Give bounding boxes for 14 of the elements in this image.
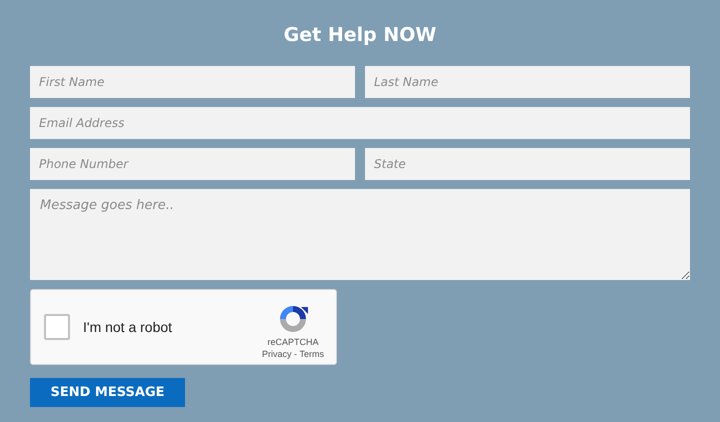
input-field[interactable]: Phone Number — [30, 148, 355, 180]
input-field[interactable]: State — [365, 148, 690, 180]
input-field[interactable]: Last Name — [365, 66, 690, 98]
message-field[interactable]: Message goes here.. — [30, 189, 690, 280]
input-field[interactable]: Email Address — [30, 107, 690, 139]
send-message-button[interactable]: SEND MESSAGE — [30, 378, 185, 407]
recaptcha-brand: reCAPTCHA — [267, 337, 318, 347]
form-title: Get Help NOW — [282, 23, 438, 48]
captcha-checkbox[interactable] — [44, 314, 70, 340]
captcha-label: I'm not a robot — [83, 319, 174, 335]
terms-link[interactable]: Terms — [300, 349, 324, 359]
privacy-link[interactable]: Privacy — [262, 349, 292, 359]
link-separator: - — [293, 349, 298, 359]
input-field[interactable]: First Name — [30, 66, 355, 98]
